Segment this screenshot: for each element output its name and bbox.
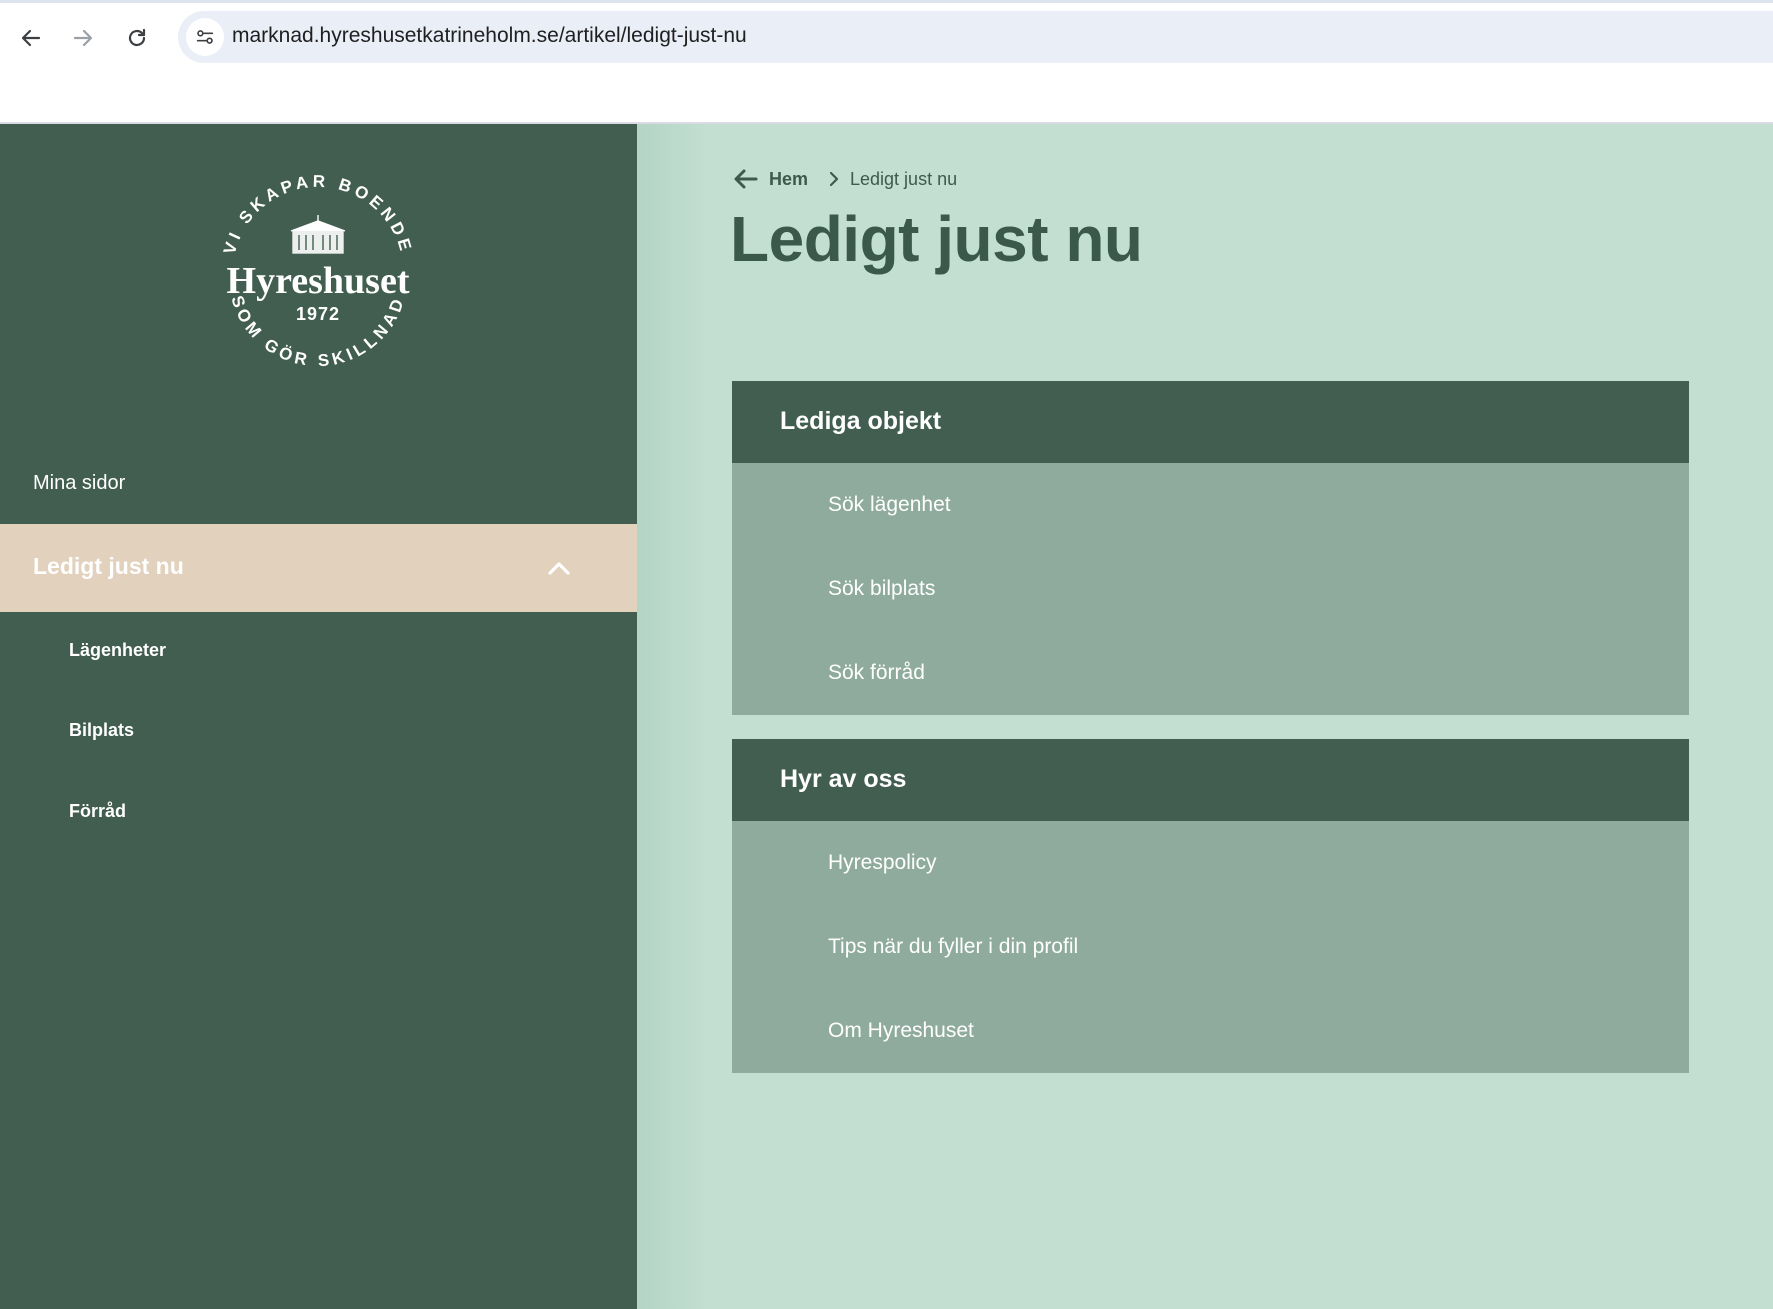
link-sok-forrad[interactable]: Sök förråd <box>828 661 925 685</box>
tab-strip <box>0 0 1773 3</box>
arrow-right-icon <box>73 29 93 47</box>
link-sok-lagenhet[interactable]: Sök lägenhet <box>828 493 951 517</box>
nav-mina-sidor[interactable]: Mina sidor <box>33 472 125 495</box>
panel-header: Hyr av oss <box>732 739 1689 821</box>
panel-header: Lediga objekt <box>732 381 1689 463</box>
link-tips-profil[interactable]: Tips när du fyller i din profil <box>828 935 1078 959</box>
logo-year: 1972 <box>296 304 340 324</box>
panel-body: Sök lägenhet Sök bilplats Sök förråd <box>732 463 1689 715</box>
link-om-hyreshuset[interactable]: Om Hyreshuset <box>828 1019 974 1043</box>
panel-body: Hyrespolicy Tips när du fyller i din pro… <box>732 821 1689 1073</box>
back-button[interactable] <box>11 18 51 58</box>
address-bar[interactable]: marknad.hyreshusetkatrineholm.se/artikel… <box>178 11 1773 63</box>
reload-button[interactable] <box>117 18 157 58</box>
url-text[interactable]: marknad.hyreshusetkatrineholm.se/artikel… <box>232 24 747 48</box>
breadcrumb-home[interactable]: Hem <box>769 169 808 190</box>
main-content: Hem Ledigt just nu Ledigt just nu Lediga… <box>637 124 1773 1309</box>
breadcrumb: Hem Ledigt just nu <box>732 164 957 194</box>
tune-icon <box>196 30 214 44</box>
nav-sub-lagenheter[interactable]: Lägenheter <box>69 640 166 661</box>
sidebar-shadow <box>637 124 707 1309</box>
panel-hyr-av-oss: Hyr av oss Hyrespolicy Tips när du fylle… <box>732 739 1689 1073</box>
panel-lediga-objekt: Lediga objekt Sök lägenhet Sök bilplats … <box>732 381 1689 715</box>
hyreshuset-logo[interactable]: VI SKAPAR BOENDE SOM GÖR SKILLNAD Hyresh… <box>205 159 431 385</box>
panel-title: Lediga objekt <box>780 407 942 435</box>
nav-ledigt-just-nu-label: Ledigt just nu <box>33 553 184 579</box>
page-title: Ledigt just nu <box>730 203 1143 275</box>
site-info-button[interactable] <box>186 18 224 56</box>
forward-button[interactable] <box>63 18 103 58</box>
nav-sub-forrad[interactable]: Förråd <box>69 801 126 822</box>
chevron-right-icon <box>829 171 839 187</box>
link-sok-bilplats[interactable]: Sök bilplats <box>828 577 935 601</box>
nav-ledigt-just-nu[interactable]: Ledigt just nu <box>0 524 637 612</box>
reload-icon <box>128 28 146 47</box>
arrow-left-icon[interactable] <box>732 165 760 193</box>
breadcrumb-current: Ledigt just nu <box>850 168 958 189</box>
building-icon <box>290 215 346 254</box>
logo-brand: Hyreshuset <box>227 260 410 302</box>
browser-toolbar: marknad.hyreshusetkatrineholm.se/artikel… <box>0 0 1773 124</box>
chevron-up-icon <box>548 562 570 575</box>
panel-title: Hyr av oss <box>780 765 907 793</box>
nav-sub-bilplats[interactable]: Bilplats <box>69 720 134 741</box>
link-hyrespolicy[interactable]: Hyrespolicy <box>828 851 937 875</box>
arrow-left-icon <box>21 29 41 47</box>
sidebar: VI SKAPAR BOENDE SOM GÖR SKILLNAD Hyresh… <box>0 124 637 1309</box>
